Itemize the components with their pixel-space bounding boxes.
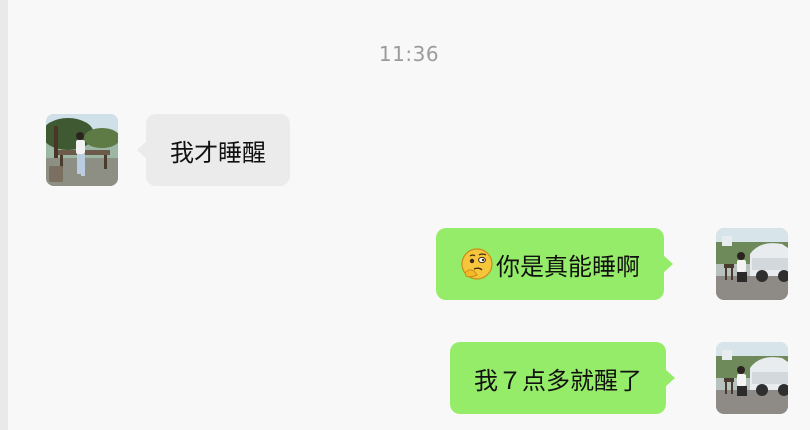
message-text: 你是真能睡啊 — [496, 252, 640, 281]
my-avatar[interactable] — [716, 228, 788, 300]
window-left-edge — [0, 0, 8, 430]
contact-avatar[interactable] — [46, 114, 118, 186]
message-timestamp: 11:36 — [378, 42, 440, 66]
incoming-message-bubble[interactable]: 我才睡醒 — [137, 114, 290, 186]
thinking-face-emoji-icon — [460, 247, 494, 281]
my-avatar[interactable] — [716, 342, 788, 414]
outgoing-message-bubble[interactable]: 你是真能睡啊 — [436, 228, 673, 300]
outgoing-message-bubble[interactable]: 我７点多就醒了 — [450, 342, 675, 414]
message-text: 我７点多就醒了 — [474, 366, 642, 395]
chat-area[interactable]: 11:36 我才睡醒 你是真能睡啊 我７点多就醒了 — [8, 0, 810, 430]
message-text: 我才睡醒 — [170, 138, 266, 167]
